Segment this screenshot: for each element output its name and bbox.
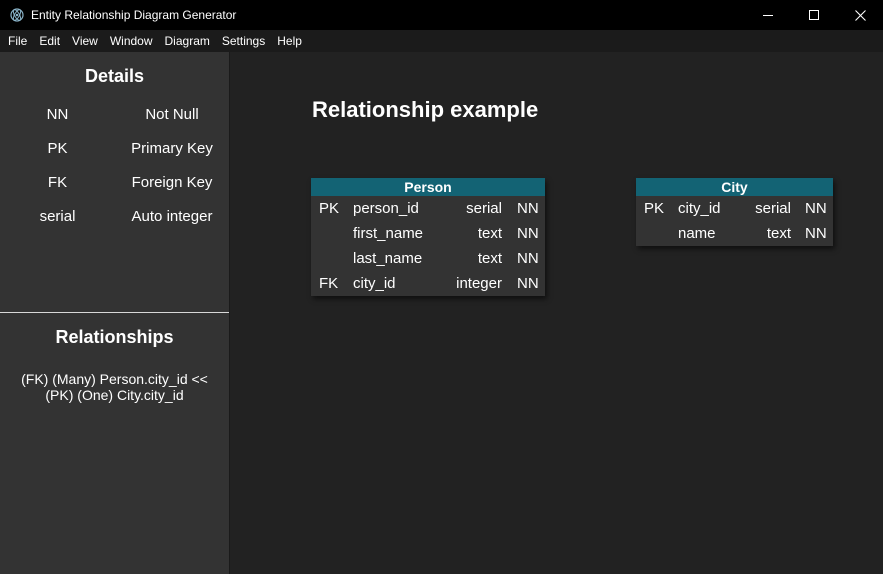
close-icon [854, 9, 866, 21]
legend-desc: Foreign Key [131, 174, 213, 191]
column-type: text [766, 225, 791, 242]
column-name: person_id [353, 200, 419, 217]
diagram-title: Relationship example [312, 97, 539, 122]
app-logo-icon [9, 7, 25, 23]
entity-column-row[interactable]: PK city_id serial NN [636, 196, 833, 221]
legend-abbr: NN [46, 106, 69, 123]
column-null: NN [517, 250, 539, 267]
column-null: NN [805, 200, 827, 217]
sidebar-divider [0, 312, 229, 313]
relationships-title: Relationships [55, 327, 174, 347]
window-controls [745, 0, 883, 30]
legend-row-serial: serial Auto integer [0, 208, 229, 242]
entity-header[interactable]: Person [311, 178, 545, 196]
maximize-button[interactable] [791, 0, 837, 30]
details-title: Details [84, 66, 145, 86]
column-key: PK [644, 200, 665, 217]
legend-desc: Not Null [145, 106, 199, 123]
column-null: NN [805, 225, 827, 242]
column-type: text [477, 225, 502, 242]
close-button[interactable] [837, 0, 883, 30]
minimize-button[interactable] [745, 0, 791, 30]
column-type: integer [456, 275, 502, 292]
minimize-icon [763, 15, 773, 16]
column-name: name [678, 225, 716, 242]
legend-abbr: serial [39, 208, 76, 225]
column-name: city_id [678, 200, 721, 217]
entity-column-row[interactable]: PK person_id serial NN [311, 196, 545, 221]
column-null: NN [517, 225, 539, 242]
column-name: first_name [353, 225, 424, 242]
column-name: last_name [353, 250, 423, 267]
menu-view[interactable]: View [66, 30, 104, 52]
legend-row-nn: NN Not Null [0, 106, 229, 140]
sidebar: Details NN Not Null PK Primary Key FK Fo… [0, 52, 230, 574]
legend-abbr: FK [47, 174, 68, 191]
column-type: serial [755, 200, 791, 217]
entity-person[interactable]: Person PK person_id serial NN first_name… [311, 178, 545, 296]
entity-column-row[interactable]: last_name text NN [311, 246, 545, 271]
legend-row-fk: FK Foreign Key [0, 174, 229, 208]
entity-column-row[interactable]: first_name text NN [311, 221, 545, 246]
diagram-canvas[interactable]: Relationship example Person PK person_id… [231, 52, 883, 574]
column-key: PK [319, 200, 340, 217]
menu-settings[interactable]: Settings [216, 30, 271, 52]
column-key: FK [319, 275, 339, 292]
menu-bar: File Edit View Window Diagram Settings H… [0, 30, 883, 52]
legend-desc: Auto integer [131, 208, 213, 225]
column-null: NN [517, 275, 539, 292]
menu-diagram[interactable]: Diagram [159, 30, 216, 52]
column-name: city_id [353, 275, 396, 292]
title-bar: Entity Relationship Diagram Generator [0, 0, 883, 30]
entity-column-row[interactable]: name text NN [636, 221, 833, 246]
entity-column-row[interactable]: FK city_id integer NN [311, 271, 545, 296]
details-legend: NN Not Null PK Primary Key FK Foreign Ke… [0, 106, 229, 242]
column-null: NN [517, 200, 539, 217]
menu-edit[interactable]: Edit [33, 30, 66, 52]
menu-window[interactable]: Window [104, 30, 159, 52]
window-title: Entity Relationship Diagram Generator [31, 8, 237, 22]
column-type: text [477, 250, 502, 267]
legend-desc: Primary Key [131, 140, 213, 157]
menu-file[interactable]: File [2, 30, 33, 52]
maximize-icon [809, 10, 819, 20]
entity-header[interactable]: City [636, 178, 833, 196]
legend-row-pk: PK Primary Key [0, 140, 229, 174]
column-type: serial [466, 200, 502, 217]
legend-abbr: PK [47, 140, 68, 157]
menu-help[interactable]: Help [271, 30, 308, 52]
relationship-item: (FK) (Many) Person.city_id << (PK) (One)… [21, 371, 208, 403]
entity-city[interactable]: City PK city_id serial NN name text NN [636, 178, 833, 246]
